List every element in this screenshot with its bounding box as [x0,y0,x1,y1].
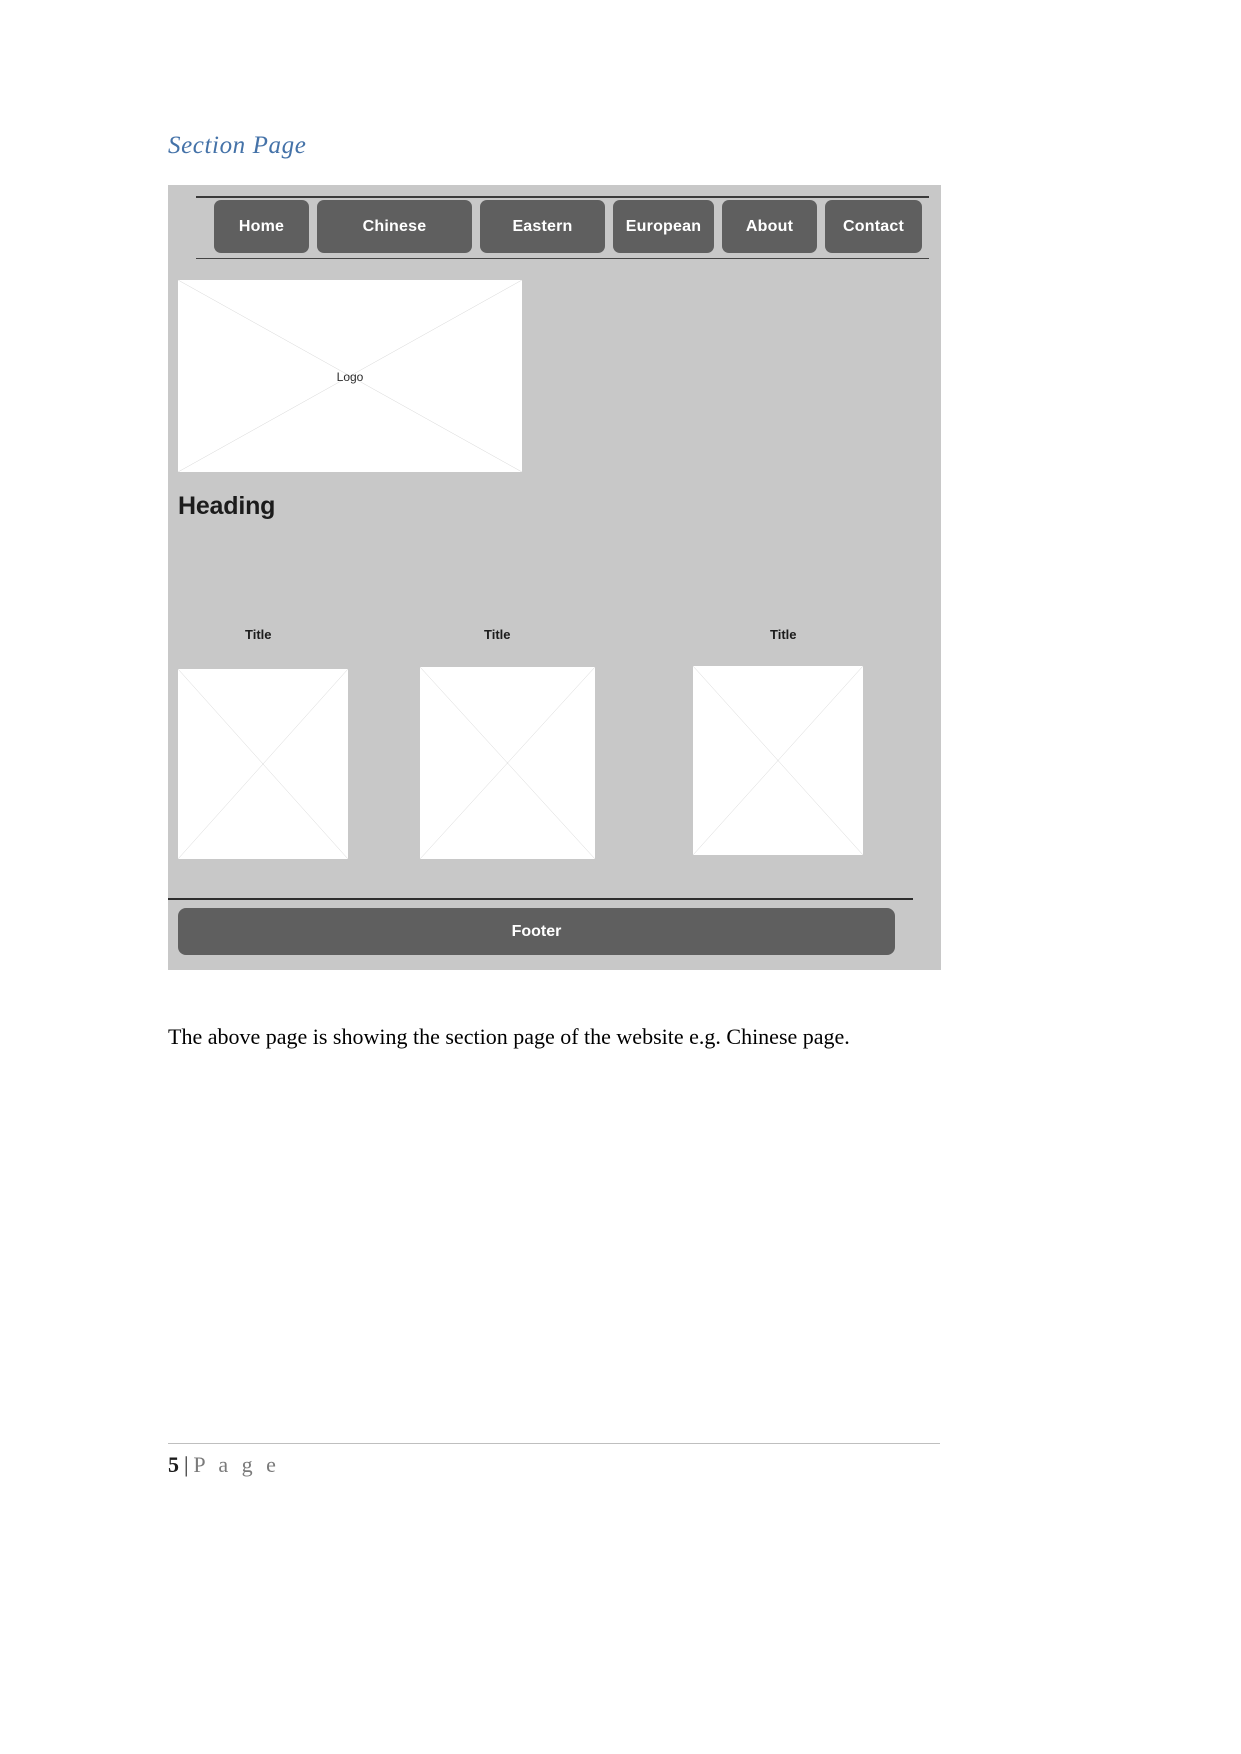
card-image-placeholder-1 [178,669,348,859]
caption-text: The above page is showing the section pa… [168,1024,850,1049]
nav-item-home[interactable]: Home [214,200,309,253]
cross-placeholder-icon [178,669,348,859]
document-page: Section Page Home Chinese Eastern Europe… [0,0,1241,1754]
nav-item-chinese[interactable]: Chinese [317,200,472,253]
page-number: 5 [168,1452,179,1477]
page-footer: 5 | P a g e [168,1452,280,1478]
wireframe-navbar: Home Chinese Eastern European About Cont… [214,200,922,253]
divider-under-nav [196,258,929,259]
wireframe-footer-bar[interactable]: Footer [178,908,895,955]
nav-item-about[interactable]: About [722,200,817,253]
nav-item-eastern[interactable]: Eastern [480,200,605,253]
page-footer-divider [168,1443,940,1444]
wireframe-mockup: Home Chinese Eastern European About Cont… [168,185,941,970]
cross-placeholder-icon [178,280,522,472]
card-title-3: Title [770,627,797,642]
card-image-placeholder-2 [420,667,595,859]
logo-placeholder: Logo [178,280,522,472]
divider-top [196,196,929,198]
nav-item-european[interactable]: European [613,200,714,253]
card-title-2: Title [484,627,511,642]
wireframe-heading: Heading [178,492,276,520]
page-footer-word: P a g e [193,1452,280,1477]
card-title-1: Title [245,627,272,642]
page-title: Section Page [168,132,307,159]
nav-item-contact[interactable]: Contact [825,200,922,253]
cross-placeholder-icon [693,666,863,855]
card-image-placeholder-3 [693,666,863,855]
page-footer-separator: | [184,1452,189,1477]
cross-placeholder-icon [420,667,595,859]
divider-above-footer [168,898,913,900]
